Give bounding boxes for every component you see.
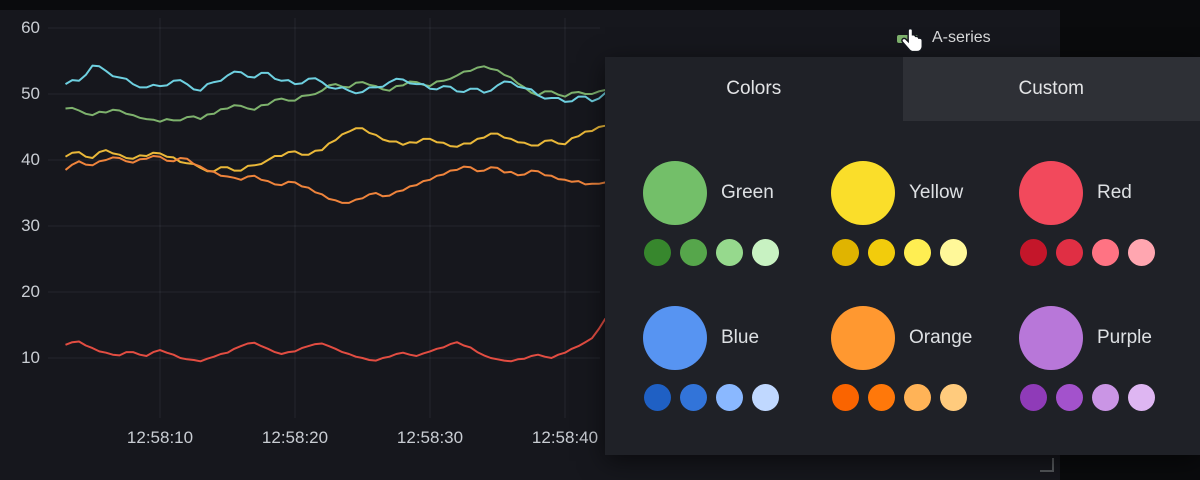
x-axis-tick-label: 12:58:10 [105, 428, 215, 448]
color-variant-swatch[interactable] [868, 384, 895, 411]
named-colors-grid: Green Yellow Red Blue Orange Purple [605, 121, 1200, 411]
color-group-yellow: Yellow [831, 161, 1013, 266]
color-variants-row [1020, 239, 1200, 266]
color-variant-swatch[interactable] [1056, 239, 1083, 266]
color-group-green: Green [643, 161, 825, 266]
color-variant-swatch[interactable] [1020, 239, 1047, 266]
color-variant-swatch[interactable] [1056, 384, 1083, 411]
color-variant-swatch[interactable] [1020, 384, 1047, 411]
color-variant-swatch[interactable] [832, 384, 859, 411]
x-axis-tick-label: 12:58:20 [240, 428, 350, 448]
color-group-purple: Purple [1019, 306, 1200, 411]
color-variant-swatch[interactable] [1128, 239, 1155, 266]
color-variant-swatch[interactable] [904, 239, 931, 266]
color-variants-row [832, 239, 1013, 266]
legend-series-label[interactable]: A-series [932, 29, 991, 47]
color-variant-swatch[interactable] [832, 239, 859, 266]
color-variant-swatch[interactable] [904, 384, 931, 411]
y-axis-tick-label: 30 [0, 216, 40, 236]
color-group-label: Green [721, 182, 774, 204]
color-picker-popover: Colors Custom Green Yellow Red Blue Orange Pu… [605, 57, 1200, 455]
color-swatch-orange[interactable] [831, 306, 895, 370]
tab-colors[interactable]: Colors [605, 57, 903, 121]
series-line [66, 126, 606, 172]
color-variant-swatch[interactable] [940, 384, 967, 411]
color-variant-swatch[interactable] [1092, 239, 1119, 266]
color-group-label: Blue [721, 327, 759, 349]
color-variants-row [832, 384, 1013, 411]
color-swatch-red[interactable] [1019, 161, 1083, 225]
color-variant-swatch[interactable] [716, 239, 743, 266]
color-group-label: Purple [1097, 327, 1152, 349]
x-axis-tick-label: 12:58:40 [510, 428, 620, 448]
y-axis-tick-label: 60 [0, 18, 40, 38]
color-group-label: Red [1097, 182, 1132, 204]
color-group-blue: Blue [643, 306, 825, 411]
color-variants-row [644, 384, 825, 411]
color-variant-swatch[interactable] [752, 384, 779, 411]
color-variant-swatch[interactable] [1092, 384, 1119, 411]
color-group-label: Yellow [909, 182, 963, 204]
color-variants-row [644, 239, 825, 266]
legend-item-a-series[interactable]: A-series [897, 29, 991, 47]
color-group-red: Red [1019, 161, 1200, 266]
color-variant-swatch[interactable] [680, 239, 707, 266]
x-axis-tick-label: 12:58:30 [375, 428, 485, 448]
color-swatch-yellow[interactable] [831, 161, 895, 225]
y-axis-tick-label: 40 [0, 150, 40, 170]
color-swatch-green[interactable] [643, 161, 707, 225]
color-variant-swatch[interactable] [644, 239, 671, 266]
color-picker-tabs: Colors Custom [605, 57, 1200, 121]
color-variant-swatch[interactable] [752, 239, 779, 266]
series-line [66, 156, 606, 203]
color-swatch-purple[interactable] [1019, 306, 1083, 370]
y-axis-tick-label: 50 [0, 84, 40, 104]
color-group-orange: Orange [831, 306, 1013, 411]
color-variant-swatch[interactable] [716, 384, 743, 411]
tab-custom[interactable]: Custom [903, 57, 1200, 121]
series-line [66, 318, 606, 361]
legend-series-color-marker[interactable] [897, 35, 918, 43]
panel-resize-handle[interactable] [1040, 458, 1054, 472]
y-axis-tick-label: 20 [0, 282, 40, 302]
color-variant-swatch[interactable] [940, 239, 967, 266]
color-variants-row [1020, 384, 1200, 411]
y-axis-tick-label: 10 [0, 348, 40, 368]
color-variant-swatch[interactable] [680, 384, 707, 411]
color-variant-swatch[interactable] [644, 384, 671, 411]
color-swatch-blue[interactable] [643, 306, 707, 370]
color-group-label: Orange [909, 327, 972, 349]
color-variant-swatch[interactable] [1128, 384, 1155, 411]
color-variant-swatch[interactable] [868, 239, 895, 266]
